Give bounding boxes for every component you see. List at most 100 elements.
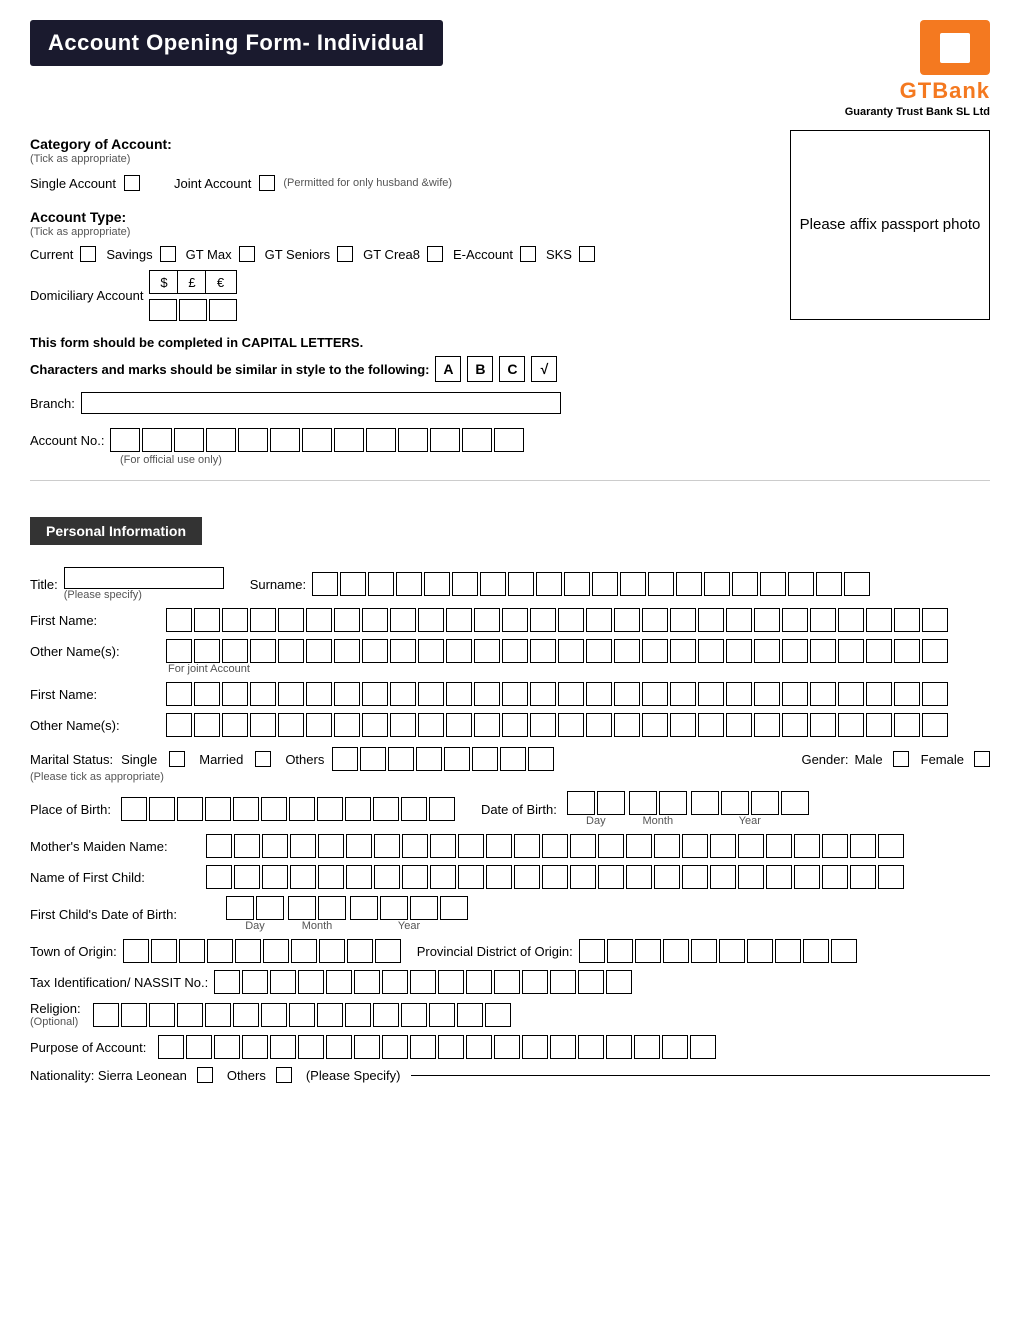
mm5[interactable] xyxy=(318,834,344,858)
fn23[interactable] xyxy=(782,608,808,632)
pob7[interactable] xyxy=(289,797,315,821)
mm25[interactable] xyxy=(878,834,904,858)
on28[interactable] xyxy=(922,639,948,663)
fc12[interactable] xyxy=(514,865,540,889)
rel9[interactable] xyxy=(317,1003,343,1027)
acct-box-2[interactable] xyxy=(142,428,172,452)
fn12[interactable] xyxy=(474,608,500,632)
on3[interactable] xyxy=(222,639,248,663)
e-account-checkbox[interactable] xyxy=(520,246,536,262)
mm7[interactable] xyxy=(374,834,400,858)
pu11[interactable] xyxy=(438,1035,464,1059)
fc5[interactable] xyxy=(318,865,344,889)
fc17[interactable] xyxy=(654,865,680,889)
s11[interactable] xyxy=(592,572,618,596)
jfn5[interactable] xyxy=(278,682,304,706)
pd1[interactable] xyxy=(579,939,605,963)
on5[interactable] xyxy=(278,639,304,663)
fc15[interactable] xyxy=(598,865,624,889)
acct-box-1[interactable] xyxy=(110,428,140,452)
fc20[interactable] xyxy=(738,865,764,889)
fn1[interactable] xyxy=(166,608,192,632)
acct-box-7[interactable] xyxy=(302,428,332,452)
jon17[interactable] xyxy=(614,713,640,737)
gt-max-checkbox[interactable] xyxy=(239,246,255,262)
s20[interactable] xyxy=(844,572,870,596)
savings-checkbox[interactable] xyxy=(160,246,176,262)
pd5[interactable] xyxy=(691,939,717,963)
jon8[interactable] xyxy=(362,713,388,737)
pu12[interactable] xyxy=(466,1035,492,1059)
mo8[interactable] xyxy=(528,747,554,771)
fcd-day-2[interactable] xyxy=(256,896,284,920)
jfn13[interactable] xyxy=(502,682,528,706)
joint-account-checkbox[interactable] xyxy=(259,175,275,191)
acct-box-3[interactable] xyxy=(174,428,204,452)
s7[interactable] xyxy=(480,572,506,596)
pu1[interactable] xyxy=(158,1035,184,1059)
to9[interactable] xyxy=(347,939,373,963)
mm20[interactable] xyxy=(738,834,764,858)
mo3[interactable] xyxy=(388,747,414,771)
pu9[interactable] xyxy=(382,1035,408,1059)
pu10[interactable] xyxy=(410,1035,436,1059)
fc9[interactable] xyxy=(430,865,456,889)
mo4[interactable] xyxy=(416,747,442,771)
pd6[interactable] xyxy=(719,939,745,963)
mm12[interactable] xyxy=(514,834,540,858)
fcd-year-1[interactable] xyxy=(350,896,378,920)
acct-box-5[interactable] xyxy=(238,428,268,452)
fn16[interactable] xyxy=(586,608,612,632)
rel6[interactable] xyxy=(233,1003,259,1027)
jfn14[interactable] xyxy=(530,682,556,706)
fc2[interactable] xyxy=(234,865,260,889)
mm6[interactable] xyxy=(346,834,372,858)
dob-month-1[interactable] xyxy=(629,791,657,815)
mo7[interactable] xyxy=(500,747,526,771)
pu8[interactable] xyxy=(354,1035,380,1059)
s17[interactable] xyxy=(760,572,786,596)
pu3[interactable] xyxy=(214,1035,240,1059)
acct-box-10[interactable] xyxy=(398,428,428,452)
to4[interactable] xyxy=(207,939,233,963)
s15[interactable] xyxy=(704,572,730,596)
mo6[interactable] xyxy=(472,747,498,771)
fn3[interactable] xyxy=(222,608,248,632)
pd7[interactable] xyxy=(747,939,773,963)
pob2[interactable] xyxy=(149,797,175,821)
jfn21[interactable] xyxy=(726,682,752,706)
dollar-checkbox[interactable] xyxy=(149,299,177,321)
pd10[interactable] xyxy=(831,939,857,963)
jon11[interactable] xyxy=(446,713,472,737)
on6[interactable] xyxy=(306,639,332,663)
on8[interactable] xyxy=(362,639,388,663)
fc16[interactable] xyxy=(626,865,652,889)
fc8[interactable] xyxy=(402,865,428,889)
s5[interactable] xyxy=(424,572,450,596)
jon3[interactable] xyxy=(222,713,248,737)
rel15[interactable] xyxy=(485,1003,511,1027)
rel3[interactable] xyxy=(149,1003,175,1027)
on10[interactable] xyxy=(418,639,444,663)
acct-box-13[interactable] xyxy=(494,428,524,452)
on2[interactable] xyxy=(194,639,220,663)
pu13[interactable] xyxy=(494,1035,520,1059)
tax10[interactable] xyxy=(466,970,492,994)
on12[interactable] xyxy=(474,639,500,663)
on19[interactable] xyxy=(670,639,696,663)
fn25[interactable] xyxy=(838,608,864,632)
s10[interactable] xyxy=(564,572,590,596)
jon26[interactable] xyxy=(866,713,892,737)
fn5[interactable] xyxy=(278,608,304,632)
tax1[interactable] xyxy=(214,970,240,994)
jfn20[interactable] xyxy=(698,682,724,706)
fn2[interactable] xyxy=(194,608,220,632)
mm17[interactable] xyxy=(654,834,680,858)
mm2[interactable] xyxy=(234,834,260,858)
on20[interactable] xyxy=(698,639,724,663)
to8[interactable] xyxy=(319,939,345,963)
acct-box-6[interactable] xyxy=(270,428,300,452)
jon10[interactable] xyxy=(418,713,444,737)
fn20[interactable] xyxy=(698,608,724,632)
fc21[interactable] xyxy=(766,865,792,889)
